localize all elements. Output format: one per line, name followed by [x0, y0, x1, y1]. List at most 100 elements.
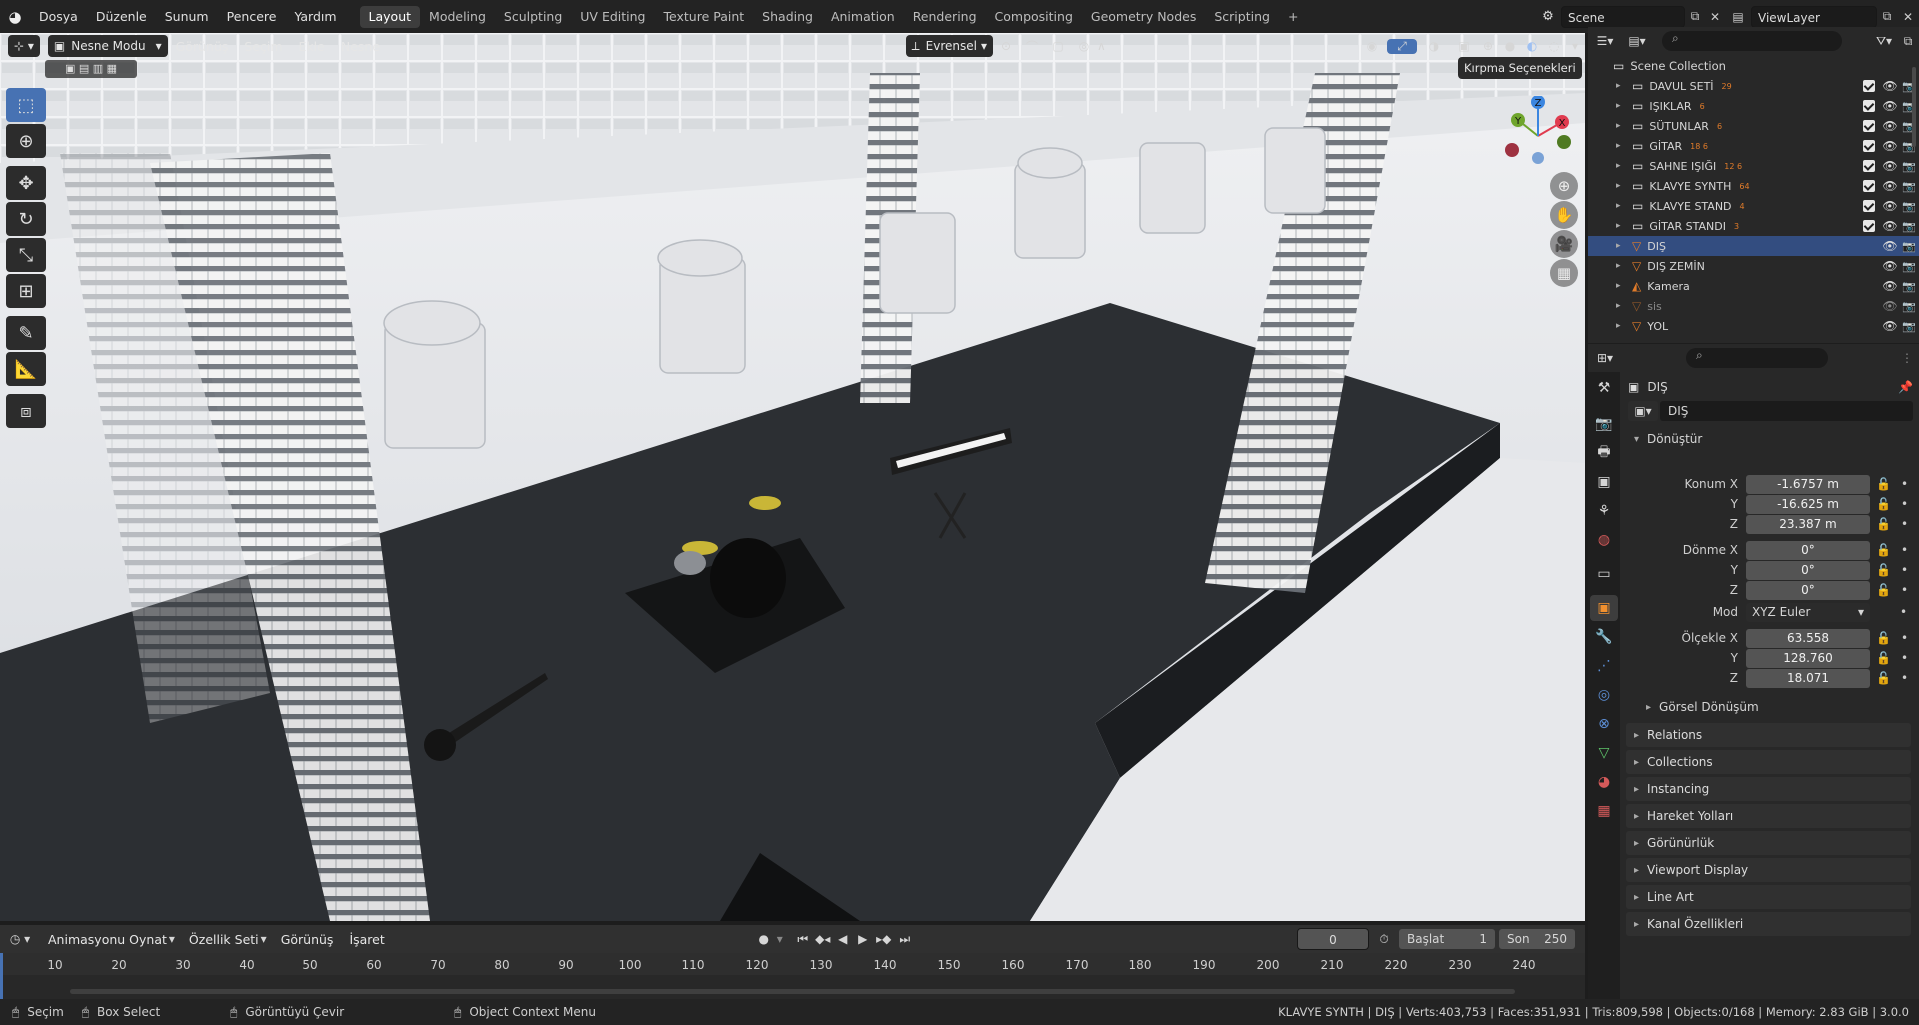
relations-panel[interactable]: ▸ Relations: [1626, 723, 1911, 747]
scene-collection-row[interactable]: ▭ Scene Collection: [1588, 56, 1919, 76]
keyframe-dot-icon[interactable]: •: [1901, 583, 1908, 597]
rendered-shading-icon[interactable]: ◌: [1543, 39, 1565, 53]
rotate-tool-icon[interactable]: ↻: [6, 202, 46, 236]
tab-texture-paint[interactable]: Texture Paint: [655, 6, 754, 28]
outliner-row[interactable]: ▸ ▭ DAVUL SETİ 29 👁 📷: [1588, 76, 1919, 96]
expand-arrow-icon[interactable]: ▸: [1616, 141, 1628, 151]
keyframe-dot-icon[interactable]: •: [1901, 477, 1908, 491]
shading-options-icon[interactable]: ▾: [1565, 39, 1585, 53]
clock-icon[interactable]: ⏱: [1369, 932, 1399, 947]
jump-end-icon[interactable]: ⏭: [895, 932, 915, 947]
tab-geometry-nodes[interactable]: Geometry Nodes: [1082, 6, 1205, 28]
constraints-tab-icon[interactable]: ⊗: [1590, 711, 1618, 737]
frame-start-field[interactable]: Başlat 1: [1399, 929, 1495, 949]
lock-icon[interactable]: 🔓: [1876, 671, 1891, 685]
exclude-checkbox[interactable]: [1863, 180, 1875, 192]
custom-properties-panel[interactable]: ▸ Kanal Özellikleri: [1626, 912, 1911, 936]
pin-icon[interactable]: 📌: [1898, 380, 1913, 394]
remove-viewlayer-icon[interactable]: ✕: [1897, 10, 1919, 24]
tab-compositing[interactable]: Compositing: [986, 6, 1082, 28]
tab-rendering[interactable]: Rendering: [904, 6, 986, 28]
render-camera-icon[interactable]: 📷: [1899, 100, 1919, 113]
filter-icon[interactable]: ⛛▾: [1871, 34, 1897, 49]
solid-shading-icon[interactable]: ●: [1499, 39, 1521, 53]
outliner-row[interactable]: ▸ ▽ DIŞ ZEMİN 👁 📷: [1588, 256, 1919, 276]
timeline-editor-type-icon[interactable]: ◷ ▾: [0, 932, 40, 946]
viewlayer-icon[interactable]: ▤: [1725, 10, 1751, 24]
keyframe-dot-icon[interactable]: •: [1901, 631, 1908, 645]
material-shading-icon[interactable]: ◐: [1521, 39, 1543, 53]
object-name-field[interactable]: DIŞ: [1660, 401, 1913, 421]
expand-arrow-icon[interactable]: ▸: [1616, 101, 1628, 111]
eye-icon[interactable]: 👁: [1881, 259, 1899, 273]
expand-arrow-icon[interactable]: ▸: [1616, 181, 1628, 191]
menu-select[interactable]: Seçim: [236, 39, 290, 54]
render-camera-icon[interactable]: 📷: [1899, 160, 1919, 173]
falloff-icon[interactable]: ∧: [1097, 39, 1357, 53]
outliner-row[interactable]: ▸ ▭ GİTAR STANDI 3 👁 📷: [1588, 216, 1919, 236]
properties-editor-icon[interactable]: ⊞▾: [1588, 351, 1622, 365]
menu-view[interactable]: Görünüş: [168, 39, 237, 54]
texture-tab-icon[interactable]: ▦: [1590, 798, 1618, 824]
scale-x-field[interactable]: 63.558: [1746, 628, 1870, 648]
snap-icon[interactable]: ⌒: [1019, 38, 1045, 55]
collections-panel[interactable]: ▸ Collections: [1626, 750, 1911, 774]
lock-icon[interactable]: 🔓: [1876, 497, 1891, 511]
lock-icon[interactable]: 🔓: [1876, 631, 1891, 645]
proportional-edit-icon[interactable]: ◎: [1071, 39, 1097, 53]
keyframe-dot-icon[interactable]: •: [1901, 543, 1908, 557]
lock-icon[interactable]: 🔓: [1876, 477, 1891, 491]
eye-icon[interactable]: 👁: [1881, 99, 1899, 113]
visibility-icon[interactable]: ◉: [1357, 39, 1387, 53]
select-mode-buttons[interactable]: ▣ ▤ ▥ ▦: [45, 60, 137, 78]
transform-panel-header[interactable]: ▾ Dönüştür: [1626, 428, 1911, 450]
remove-scene-icon[interactable]: ✕: [1705, 10, 1725, 24]
expand-arrow-icon[interactable]: ▸: [1616, 121, 1628, 131]
render-camera-icon[interactable]: 📷: [1899, 280, 1919, 293]
new-scene-icon[interactable]: ⧉: [1685, 9, 1705, 24]
outliner-row[interactable]: ▸ ▽ YOL 👁 📷: [1588, 316, 1919, 336]
exclude-checkbox[interactable]: [1863, 160, 1875, 172]
render-camera-icon[interactable]: 📷: [1899, 200, 1919, 213]
keyframe-dot-icon[interactable]: •: [1901, 651, 1908, 665]
eye-icon[interactable]: 👁: [1881, 139, 1899, 153]
eye-icon[interactable]: 👁: [1881, 279, 1899, 293]
data-tab-icon[interactable]: ▽: [1590, 740, 1618, 766]
menu-render[interactable]: Sunum: [156, 0, 218, 33]
move-tool-icon[interactable]: ✥: [6, 166, 46, 200]
render-camera-icon[interactable]: 📷: [1899, 120, 1919, 133]
menu-add[interactable]: Ekle: [291, 39, 333, 54]
outliner-row[interactable]: ▸ ◭ Kamera 👁 📷: [1588, 276, 1919, 296]
timeline-area[interactable]: 10 20 30 40 50 60 70 80 90 100 110 120 1…: [0, 953, 1585, 999]
add-workspace-button[interactable]: +: [1279, 6, 1307, 28]
viewlayer-field[interactable]: ViewLayer: [1751, 5, 1877, 28]
outliner-scrollbar[interactable]: [1912, 67, 1916, 147]
exclude-checkbox[interactable]: [1863, 100, 1875, 112]
particles-tab-icon[interactable]: ⋰: [1590, 653, 1618, 679]
location-z-field[interactable]: 23.387 m: [1746, 514, 1870, 534]
expand-arrow-icon[interactable]: ▸: [1616, 261, 1628, 271]
modifier-tab-icon[interactable]: 🔧: [1590, 624, 1618, 650]
pivot-icon[interactable]: ⊙: [993, 39, 1019, 53]
navigation-gizmo[interactable]: X Y Z: [1498, 96, 1578, 176]
display-mode-icon[interactable]: ▤▾: [1622, 34, 1652, 48]
exclude-checkbox[interactable]: [1863, 200, 1875, 212]
collection-tab-icon[interactable]: ▭: [1590, 561, 1618, 587]
line-art-panel[interactable]: ▸ Line Art: [1626, 885, 1911, 909]
viewport-display-panel[interactable]: ▸ Viewport Display: [1626, 858, 1911, 882]
frame-end-field[interactable]: Son 250: [1499, 929, 1575, 949]
expand-arrow-icon[interactable]: ▸: [1616, 321, 1628, 331]
render-camera-icon[interactable]: 📷: [1899, 220, 1919, 233]
outliner-editor-icon[interactable]: ☰▾: [1588, 34, 1622, 48]
menu-edit[interactable]: Düzenle: [87, 0, 156, 33]
eye-icon[interactable]: 👁: [1881, 119, 1899, 133]
scale-z-field[interactable]: 18.071: [1746, 668, 1870, 688]
render-camera-icon[interactable]: 📷: [1899, 180, 1919, 193]
exclude-checkbox[interactable]: [1863, 120, 1875, 132]
eye-icon[interactable]: 👁: [1881, 199, 1899, 213]
properties-options-icon[interactable]: ⋮: [1895, 351, 1919, 365]
outliner-search-field[interactable]: ⌕: [1662, 31, 1842, 51]
wireframe-shading-icon[interactable]: ⊕: [1477, 39, 1499, 53]
lock-icon[interactable]: 🔓: [1876, 651, 1891, 665]
eye-icon[interactable]: 👁: [1881, 219, 1899, 233]
